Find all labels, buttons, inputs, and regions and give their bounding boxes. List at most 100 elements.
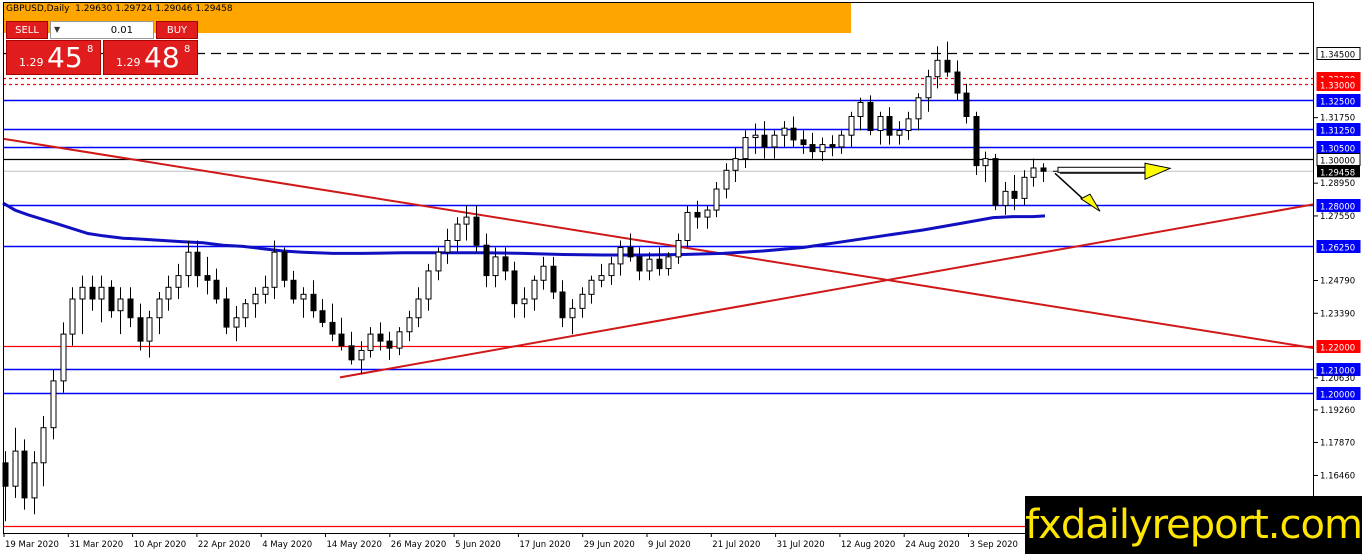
candle-body [569,307,576,319]
candle-body [1021,176,1028,199]
lot-size-input[interactable]: 0.01 [50,21,154,39]
bid-fraction: 8 [87,44,94,55]
arrows-layer [1053,162,1172,212]
candle-body [905,118,912,132]
buy-button[interactable]: BUY [156,21,198,39]
candle-body [1030,167,1037,178]
bid-price-box[interactable]: 1.29 45 8 [6,40,101,75]
candle-body [550,265,557,293]
x-tick-label: 31 Mar 2020 [69,540,123,550]
candle-body [511,270,518,305]
candle-body [588,279,595,295]
candle-body [367,333,374,351]
candle-body [463,216,470,225]
candle-body [281,251,288,281]
candle-body [531,279,538,300]
candle-body [809,144,816,153]
candle-body [165,286,172,300]
candle-body [175,275,182,288]
candle-body [386,340,393,349]
candle-body [925,76,932,99]
x-tick-label: 24 Aug 2020 [905,540,959,550]
candle-body [867,101,874,132]
candle-body [329,321,336,335]
level-tag-label: 1.31250 [1320,127,1355,137]
candle-body [646,258,653,272]
y-tick-label: 1.23390 [1320,309,1355,319]
ask-pips: 48 [144,41,180,74]
candle-body [79,286,86,300]
candle-body [781,127,788,136]
candle-body [69,298,76,335]
candle-body [877,115,884,132]
candle-body [2,462,9,487]
candle-body [89,286,96,300]
candle-body [598,275,605,281]
candle-body [694,211,701,218]
level-tag-label: 1.32500 [1320,98,1355,108]
symbol-info: GBPUSD,Daily 1.29630 1.29724 1.29046 1.2… [6,4,233,14]
candle-body [636,256,643,272]
candle-body [665,256,672,270]
candle-body [1040,167,1047,172]
candle-body [704,209,711,218]
candle-body [915,97,922,120]
candle-body [713,188,720,211]
candle-body [559,291,566,319]
candle-body [50,380,57,429]
candle-body [761,134,768,148]
x-tick-label: 19 Mar 2020 [5,540,59,550]
candle-body [108,286,115,312]
candle-body [790,127,797,141]
x-tick-label: 12 Aug 2020 [841,540,895,550]
candle-body [473,216,480,246]
candle-body [396,331,403,349]
sell-button[interactable]: SELL [6,21,48,39]
level-tag-label: 1.34500 [1320,51,1355,61]
level-tag-label: 1.33000 [1320,82,1355,92]
x-tick-label: 26 May 2020 [391,540,446,550]
candle-body [185,251,192,277]
candle-body [944,59,951,73]
candle-body [358,349,365,361]
candle-body [521,298,528,305]
candle-body [819,144,826,153]
x-tick-label: 10 Apr 2020 [134,540,187,550]
candle-body [127,298,134,319]
one-click-trading-panel: SELL 0.01 ▼ ▲ BUY 1.29 45 8 1.29 48 8 [6,19,198,75]
trend-line [339,203,1315,379]
candle-body [290,279,297,300]
candle-body [838,134,845,148]
candle-body [377,333,384,342]
bid-pips: 45 [47,41,83,74]
watermark-text: fxdailyreport.com [1025,502,1362,548]
ask-prefix: 1.29 [116,56,141,69]
candle-body [60,333,67,382]
candle-body [223,298,230,328]
candle-body [262,286,269,295]
level-tag-label: 1.20000 [1320,391,1355,401]
candle-body [502,256,509,272]
candle-body [233,317,240,328]
candle-body [319,310,326,323]
candle-body [723,169,730,190]
level-tag-label: 1.26250 [1320,244,1355,254]
candle-body [1002,190,1009,206]
candle-body [406,317,413,333]
y-tick-label: 1.27550 [1320,212,1355,222]
candle-body [483,244,490,277]
candle-body [896,130,903,136]
lot-decrease-icon[interactable]: ▼ [54,25,60,34]
y-tick-label: 1.31750 [1320,114,1355,124]
x-tick-label: 29 Jun 2020 [584,540,635,550]
x-tick-label: 31 Jul 2020 [777,540,825,550]
candle-body [954,71,961,94]
x-tick-label: 4 May 2020 [262,540,312,550]
y-tick-label: 1.24790 [1320,277,1355,287]
candle-body [12,450,19,487]
watermark: fxdailyreport.com [1025,496,1362,554]
candle-body [829,144,836,148]
candle-body [40,427,47,464]
ask-price-box[interactable]: 1.29 48 8 [103,40,198,75]
candle-body [934,59,941,78]
